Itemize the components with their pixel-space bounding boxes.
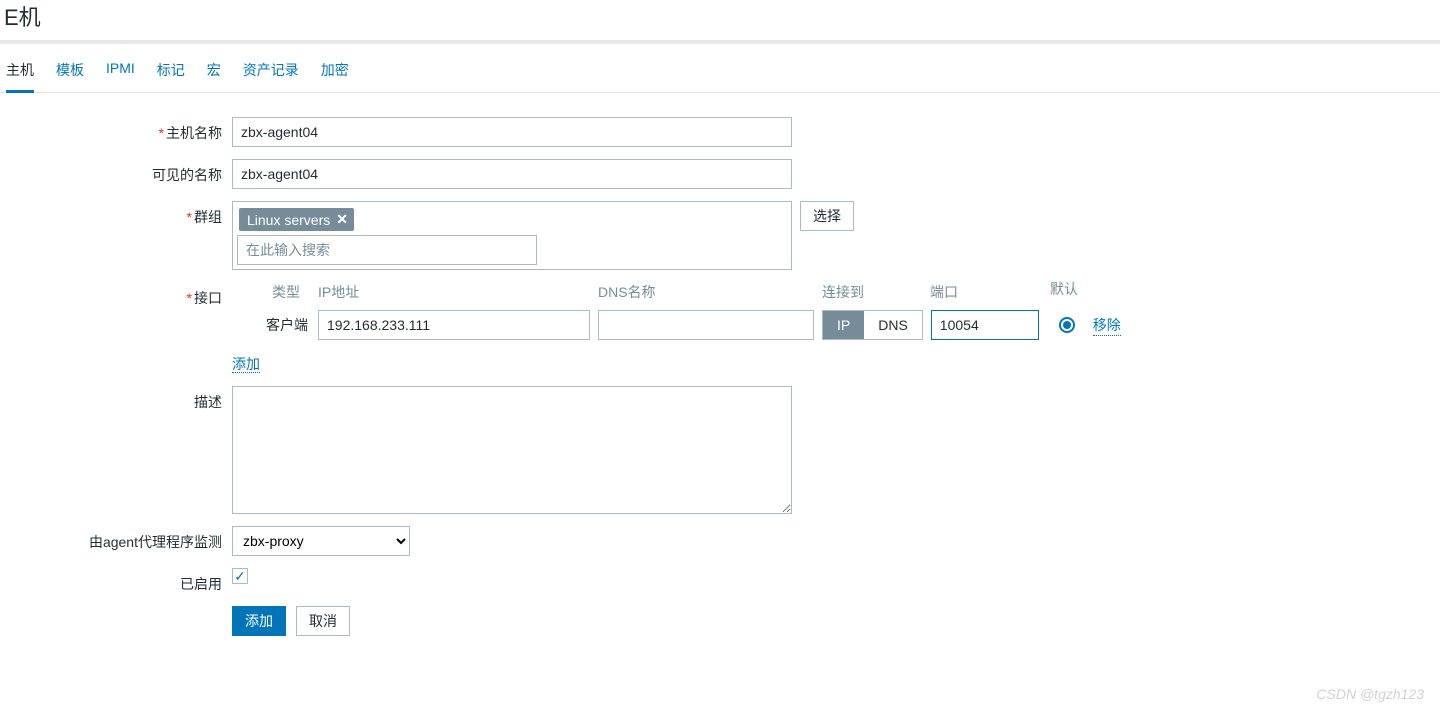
iface-header-type: 类型 [232, 282, 318, 302]
tab-inventory[interactable]: 资产记录 [243, 56, 299, 92]
visible-name-input[interactable] [232, 159, 792, 189]
interface-add-link[interactable]: 添加 [232, 356, 260, 373]
interface-port-input[interactable] [931, 310, 1039, 340]
label-interfaces: *接口 [0, 282, 232, 308]
proxy-select[interactable]: zbx-proxy [232, 526, 410, 556]
iface-header-dns: DNS名称 [598, 282, 822, 302]
connect-to-ip[interactable]: IP [823, 311, 864, 339]
interface-dns-input[interactable] [598, 310, 814, 340]
tab-tags[interactable]: 标记 [157, 56, 185, 92]
connect-to-toggle: IP DNS [822, 310, 923, 340]
label-proxy: 由agent代理程序监测 [0, 526, 232, 552]
host-form: *主机名称 可见的名称 *群组 Linux servers ✕ 选择 *接口 [0, 93, 1440, 636]
watermark: CSDN @tgzh123 [1316, 686, 1424, 702]
label-visible-name: 可见的名称 [0, 159, 232, 185]
group-tag[interactable]: Linux servers ✕ [239, 208, 354, 231]
cancel-button[interactable]: 取消 [296, 606, 350, 636]
tabs-bar: 主机 模板 IPMI 标记 宏 资产记录 加密 [0, 44, 1440, 93]
tab-host[interactable]: 主机 [6, 56, 34, 93]
interface-headers: 类型 IP地址 DNS名称 连接到 端口 默认 [232, 282, 1121, 302]
tab-encryption[interactable]: 加密 [321, 56, 349, 92]
interface-ip-input[interactable] [318, 310, 590, 340]
label-enabled: 已启用 [0, 568, 232, 594]
groups-input[interactable]: Linux servers ✕ [232, 201, 792, 270]
host-name-input[interactable] [232, 117, 792, 147]
page-title: E机 [0, 0, 1440, 40]
group-tag-remove-icon[interactable]: ✕ [336, 211, 348, 228]
interface-type-label: 客户端 [232, 315, 318, 335]
tab-ipmi[interactable]: IPMI [106, 56, 135, 92]
label-description: 描述 [0, 386, 232, 412]
iface-header-default: 默认 [1046, 282, 1082, 302]
tab-template[interactable]: 模板 [56, 56, 84, 92]
submit-button[interactable]: 添加 [232, 606, 286, 636]
interface-remove-link[interactable]: 移除 [1093, 315, 1121, 336]
iface-header-port: 端口 [930, 282, 1046, 302]
interface-default-radio[interactable] [1059, 317, 1075, 333]
label-groups: *群组 [0, 201, 232, 227]
tab-macros[interactable]: 宏 [207, 56, 221, 92]
iface-header-connect: 连接到 [822, 282, 930, 302]
enabled-checkbox[interactable]: ✓ [232, 568, 248, 584]
description-textarea[interactable] [232, 386, 792, 514]
interface-row: 客户端 IP DNS 移除 [232, 310, 1121, 340]
label-host-name: *主机名称 [0, 117, 232, 143]
select-group-button[interactable]: 选择 [800, 201, 854, 231]
group-tag-label: Linux servers [247, 212, 330, 228]
group-search-input[interactable] [237, 235, 537, 265]
radio-dot-icon [1063, 321, 1071, 329]
connect-to-dns[interactable]: DNS [864, 311, 922, 339]
iface-header-ip: IP地址 [318, 282, 598, 302]
